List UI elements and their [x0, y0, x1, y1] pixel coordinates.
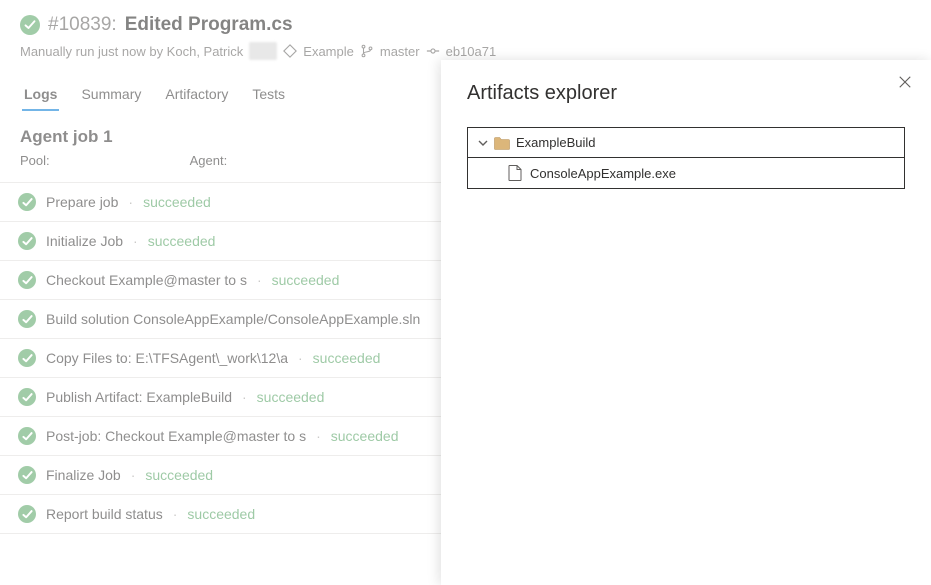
step-success-icon: [18, 388, 36, 406]
build-meta-row: Manually run just now by Koch, Patrick E…: [20, 42, 911, 60]
tab-artifactory[interactable]: Artifactory: [163, 78, 230, 110]
artifact-file-row[interactable]: ConsoleAppExample.exe: [468, 158, 904, 188]
tab-logs[interactable]: Logs: [22, 78, 59, 110]
step-result: succeeded: [313, 350, 381, 366]
branch-name[interactable]: master: [380, 44, 420, 59]
step-result: succeeded: [145, 467, 213, 483]
pool-label: Pool:: [20, 153, 50, 168]
commit-hash[interactable]: eb10a71: [446, 44, 497, 59]
commit-icon: [426, 44, 440, 58]
step-success-icon: [18, 310, 36, 328]
step-separator: ·: [257, 272, 262, 288]
step-separator: ·: [131, 467, 136, 483]
artifact-file-name: ConsoleAppExample.exe: [530, 166, 676, 181]
step-success-icon: [18, 193, 36, 211]
step-name: Initialize Job: [46, 233, 123, 249]
branch-icon: [360, 44, 374, 58]
build-number: #10839:: [48, 14, 117, 36]
step-success-icon: [18, 505, 36, 523]
step-result: succeeded: [272, 272, 340, 288]
step-separator: ·: [128, 194, 133, 210]
file-icon: [508, 165, 522, 181]
step-success-icon: [18, 232, 36, 250]
step-result: succeeded: [148, 233, 216, 249]
step-separator: ·: [133, 233, 138, 249]
artifacts-panel: Artifacts explorer ExampleBuild ConsoleA…: [441, 60, 931, 585]
agent-label: Agent:: [190, 153, 228, 168]
panel-title: Artifacts explorer: [467, 82, 905, 105]
tab-summary[interactable]: Summary: [79, 78, 143, 110]
step-name: Finalize Job: [46, 467, 121, 483]
step-success-icon: [18, 466, 36, 484]
step-name: Publish Artifact: ExampleBuild: [46, 389, 232, 405]
artifact-folder-name: ExampleBuild: [516, 135, 596, 150]
step-name: Copy Files to: E:\TFSAgent\_work\12\a: [46, 350, 288, 366]
step-name: Post-job: Checkout Example@master to s: [46, 428, 306, 444]
step-success-icon: [18, 427, 36, 445]
step-result: succeeded: [331, 428, 399, 444]
step-name: Report build status: [46, 506, 163, 522]
artifact-folder-row[interactable]: ExampleBuild: [468, 128, 904, 158]
step-separator: ·: [173, 506, 178, 522]
avatar: [249, 42, 277, 60]
tab-tests[interactable]: Tests: [250, 78, 287, 110]
repo-icon: [283, 44, 297, 58]
close-icon[interactable]: [897, 74, 913, 90]
step-name: Checkout Example@master to s: [46, 272, 247, 288]
step-separator: ·: [298, 350, 303, 366]
build-status-success-icon: [20, 15, 40, 35]
step-result: succeeded: [143, 194, 211, 210]
repo-name[interactable]: Example: [303, 44, 354, 59]
artifact-tree: ExampleBuild ConsoleAppExample.exe: [467, 127, 905, 189]
step-result: succeeded: [257, 389, 325, 405]
step-name: Build solution ConsoleAppExample/Console…: [46, 311, 420, 327]
step-separator: ·: [316, 428, 321, 444]
build-meta-text: Manually run just now by Koch, Patrick: [20, 44, 243, 59]
chevron-down-icon: [478, 138, 488, 148]
step-success-icon: [18, 349, 36, 367]
folder-icon: [494, 136, 510, 150]
step-success-icon: [18, 271, 36, 289]
step-separator: ·: [242, 389, 247, 405]
step-result: succeeded: [187, 506, 255, 522]
build-title: Edited Program.cs: [125, 14, 293, 36]
step-name: Prepare job: [46, 194, 118, 210]
